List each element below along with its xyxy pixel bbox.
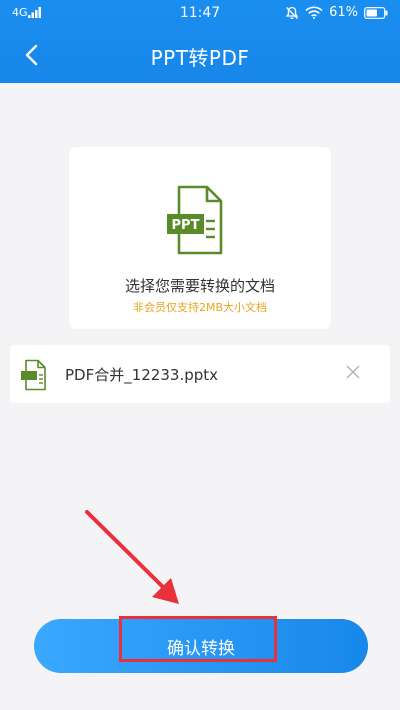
pptx-file-icon (21, 359, 46, 391)
status-bar: 4G 11:47 61% (0, 0, 400, 26)
select-prompt: 选择您需要转换的文档 (124, 277, 275, 295)
annotation-highlight-box (119, 616, 277, 662)
close-icon[interactable] (342, 361, 364, 383)
app-header: 4G 11:47 61% PPT转PDF (0, 0, 400, 83)
member-notice: 非会员仅支持2MB大小文档 (132, 301, 268, 314)
confirm-convert-button[interactable]: 确认转换 (34, 616, 368, 673)
wifi-icon (305, 6, 323, 19)
mute-bell-icon (285, 6, 299, 19)
ppt-icon-label: PPT (172, 218, 200, 233)
file-name: PDF合并_12233.pptx (65, 366, 219, 384)
page-title: PPT转PDF (150, 46, 250, 70)
select-document-card[interactable]: PPT 选择您需要转换的文档 非会员仅支持2MB大小文档 (69, 147, 331, 329)
battery-percent: 61% (329, 5, 358, 20)
file-list-item[interactable]: PDF合并_12233.pptx (10, 345, 390, 403)
battery-icon (364, 6, 388, 19)
ppt-document-icon: PPT (167, 185, 223, 255)
status-right: 61% (285, 5, 388, 20)
